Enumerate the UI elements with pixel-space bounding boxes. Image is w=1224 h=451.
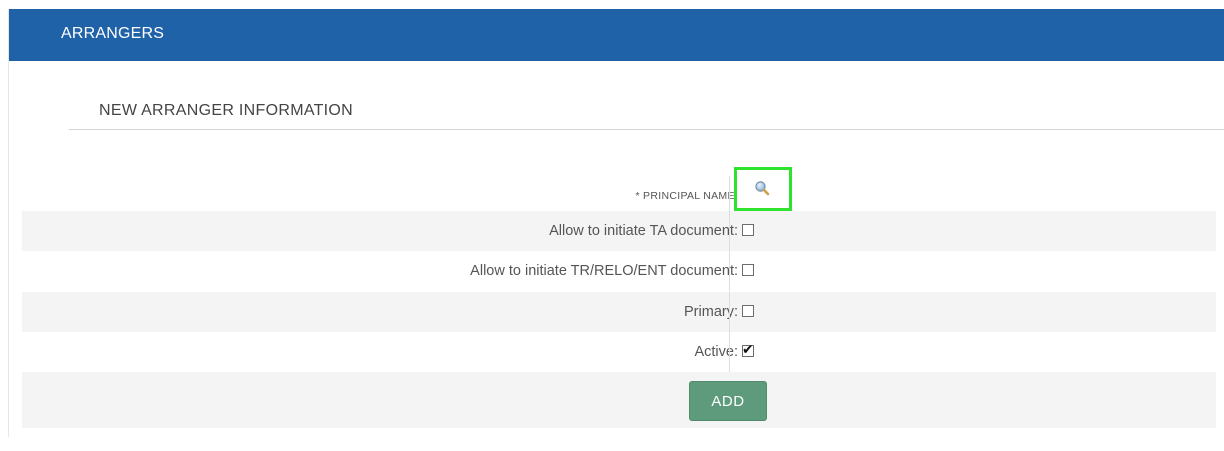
section-divider (69, 129, 1224, 130)
field-row-primary: Primary: (22, 292, 1216, 332)
tr-relo-ent-document-checkbox[interactable] (742, 264, 754, 276)
row-divider (729, 176, 730, 216)
add-button[interactable]: ADD (689, 381, 767, 421)
ta-document-checkbox[interactable] (742, 224, 754, 236)
ta-document-label: Allow to initiate TA document: (549, 223, 738, 239)
panel-title: ARRANGERS (61, 25, 165, 42)
field-row-active: Active: ✔ (22, 332, 1216, 372)
search-icon (755, 181, 770, 196)
primary-checkbox[interactable] (742, 305, 754, 317)
row-divider (729, 251, 730, 291)
tr-relo-ent-document-label: Allow to initiate TR/RELO/ENT document: (470, 263, 738, 279)
button-row: ADD (22, 372, 1216, 428)
panel-header: ARRANGERS (9, 9, 1224, 61)
row-divider (729, 211, 730, 251)
row-divider (729, 332, 730, 372)
section-title: NEW ARRANGER INFORMATION (99, 102, 354, 119)
principal-name-row: * PRINCIPAL NAME: (30, 176, 1224, 216)
field-row-tr: Allow to initiate TR/RELO/ENT document: (22, 251, 1216, 291)
row-divider (729, 292, 730, 332)
active-checkbox[interactable]: ✔ (742, 341, 754, 357)
active-label: Active: (694, 344, 738, 360)
checkmark-icon: ✔ (742, 341, 754, 357)
principal-name-label: * PRINCIPAL NAME: (635, 190, 738, 202)
field-row-ta: Allow to initiate TA document: (22, 211, 1216, 251)
principal-name-lookup-button[interactable] (734, 167, 792, 211)
